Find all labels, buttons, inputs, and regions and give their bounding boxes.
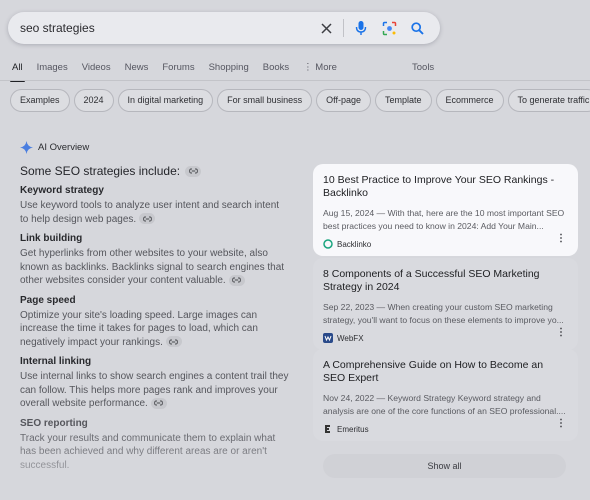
microphone-icon[interactable] (350, 17, 372, 39)
source-title[interactable]: 8 Components of a Successful SEO Marketi… (323, 268, 568, 294)
section-body-keyword-strategy: Use keyword tools to analyze user intent… (20, 199, 290, 226)
ai-overview-label: AI Overview (38, 142, 90, 153)
emeritus-logo-icon (325, 425, 330, 433)
source-title[interactable]: A Comprehensive Guide on How to Become a… (323, 359, 568, 385)
section-body-link-building: Get hyperlinks from other websites to yo… (20, 247, 290, 288)
more-options-icon[interactable]: ⋮ (556, 328, 566, 338)
more-options-icon[interactable]: ⋮ (556, 234, 566, 244)
show-all-button[interactable]: Show all (323, 454, 566, 478)
source-name: Emeritus (337, 424, 369, 434)
link-icon[interactable] (139, 213, 156, 225)
tab-news[interactable]: News (125, 58, 149, 80)
tab-videos[interactable]: Videos (82, 58, 111, 80)
search-icon[interactable] (406, 17, 428, 39)
sources-panel: 10 Best Practice to Improve Your SEO Ran… (313, 164, 578, 486)
chip-examples[interactable]: Examples (10, 89, 70, 112)
link-icon[interactable] (150, 397, 167, 409)
link-icon[interactable] (228, 274, 245, 286)
search-bar[interactable]: seo strategies (8, 12, 440, 44)
section-body-page-speed: Optimize your site's loading speed. Larg… (20, 309, 290, 350)
ai-overview-content: Some SEO strategies include: Keyword str… (20, 164, 290, 472)
source-snippet: Nov 24, 2022 — Keyword Strategy Keyword … (323, 393, 566, 416)
source-snippet: Sep 22, 2023 — When creating your custom… (323, 302, 564, 325)
intro-text: Some SEO strategies include: (20, 164, 181, 178)
tab-more[interactable]: ⋮ More (303, 58, 337, 80)
tab-forums[interactable]: Forums (162, 58, 194, 80)
link-icon[interactable] (185, 165, 202, 177)
source-card[interactable]: A Comprehensive Guide on How to Become a… (313, 349, 578, 441)
section-title-link-building: Link building (20, 233, 83, 244)
clear-icon[interactable] (315, 17, 337, 39)
chip-for-small-business[interactable]: For small business (217, 89, 313, 112)
source-card[interactable]: 10 Best Practice to Improve Your SEO Ran… (313, 164, 578, 256)
section-text: Optimize your site's loading speed. Larg… (20, 309, 258, 348)
lens-icon[interactable] (378, 17, 400, 39)
section-title-page-speed: Page speed (20, 294, 76, 306)
content-fade (0, 440, 300, 500)
chip-template[interactable]: Template (374, 89, 432, 112)
source-card[interactable]: 8 Components of a Successful SEO Marketi… (313, 258, 578, 350)
source-site: Emeritus (323, 424, 568, 434)
source-title[interactable]: 10 Best Practice to Improve Your SEO Ran… (323, 174, 568, 200)
section-title-internal-linking: Internal linking (20, 356, 92, 367)
source-snippet: Aug 15, 2024 — With that, here are the 1… (323, 208, 565, 231)
chip-2024[interactable]: 2024 (73, 89, 114, 112)
chip-to-generate-traffic[interactable]: To generate traffic (507, 89, 590, 112)
tools-button[interactable]: Tools (412, 58, 434, 80)
sparkle-icon (20, 141, 33, 154)
chip-in-digital-marketing[interactable]: In digital marketing (117, 89, 214, 112)
ai-overview-intro: Some SEO strategies include: (20, 164, 290, 178)
tab-images[interactable]: Images (37, 58, 68, 80)
chip-off-page[interactable]: Off-page (316, 89, 371, 112)
section-title-seo-reporting: SEO reporting (20, 417, 88, 429)
chip-ecommerce[interactable]: Ecommerce (435, 89, 504, 112)
refinement-chips: Examples 2024 In digital marketing For s… (10, 89, 590, 112)
webfx-logo-icon (323, 333, 333, 343)
link-icon[interactable] (165, 336, 182, 348)
more-options-icon[interactable]: ⋮ (556, 419, 566, 429)
source-name: WebFX (337, 333, 364, 343)
section-body-internal-linking: Use internal links to show search engine… (20, 370, 290, 411)
source-site: Backlinko (323, 239, 568, 249)
tab-shopping[interactable]: Shopping (209, 58, 249, 80)
source-site: WebFX (323, 333, 568, 343)
search-input[interactable]: seo strategies (20, 21, 309, 35)
section-title-keyword-strategy: Keyword strategy (20, 185, 104, 196)
source-name: Backlinko (337, 239, 372, 249)
tab-all[interactable]: All (10, 58, 25, 82)
tabs-divider (0, 80, 590, 81)
ai-overview-header: AI Overview (20, 141, 89, 154)
tab-books[interactable]: Books (263, 58, 289, 80)
search-tabs: All Images Videos News Forums Shopping B… (10, 58, 590, 82)
backlinko-logo-icon (323, 239, 333, 249)
